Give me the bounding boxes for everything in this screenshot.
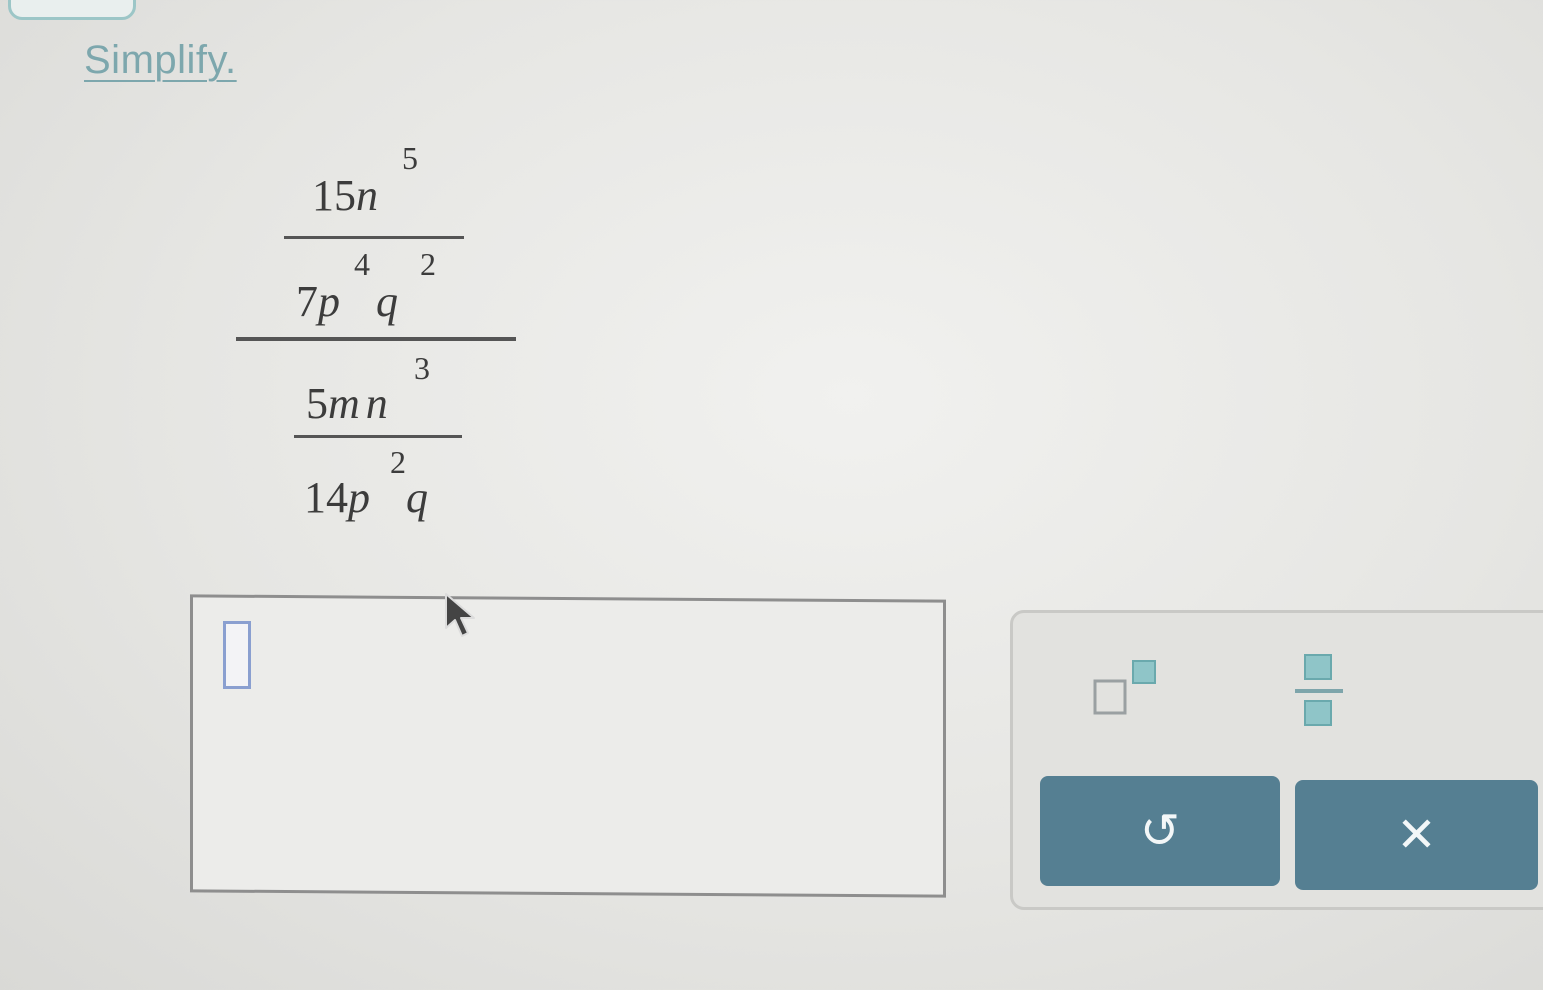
exp-2: 2 <box>420 246 436 282</box>
var-n: n <box>356 171 378 220</box>
exp-4: 4 <box>354 246 370 282</box>
fraction-icon <box>1295 654 1343 726</box>
superscript-icon <box>1093 660 1156 715</box>
instruction: Simplify. <box>84 38 237 83</box>
input-cursor-placeholder[interactable] <box>223 621 251 689</box>
clear-button[interactable]: ✕ <box>1295 780 1538 890</box>
coef-7: 7 <box>296 277 318 326</box>
superscript-button[interactable] <box>1087 651 1177 721</box>
bottom-numerator: 5m n <box>306 378 388 429</box>
exp-3: 3 <box>414 350 430 386</box>
var-p: p <box>318 277 340 326</box>
coef-15: 15 <box>312 171 356 220</box>
coef-5: 5 <box>306 379 328 428</box>
top-numerator: 15n <box>312 170 378 221</box>
inner-fraction-bar-top <box>284 236 464 239</box>
exp-2: 2 <box>390 444 406 480</box>
top-tab[interactable] <box>8 0 136 20</box>
var-n: n <box>365 379 388 428</box>
instruction-text: Simplify. <box>84 38 237 82</box>
var-p: p <box>348 473 370 522</box>
var-q: q <box>406 473 428 522</box>
bottom-denominator: 14p q <box>304 472 428 523</box>
top-denominator: 7p q <box>296 276 398 327</box>
inner-fraction-bar-bottom <box>294 435 462 438</box>
var-q: q <box>376 277 398 326</box>
fraction-button[interactable] <box>1289 647 1359 733</box>
undo-button[interactable]: ↺ <box>1040 776 1280 886</box>
exp-5: 5 <box>402 140 418 176</box>
main-fraction-bar <box>236 337 516 341</box>
undo-icon: ↺ <box>1139 805 1181 858</box>
answer-input[interactable] <box>190 594 946 898</box>
var-m: m <box>328 379 360 428</box>
close-icon: ✕ <box>1396 809 1437 862</box>
coef-14: 14 <box>304 473 348 522</box>
mouse-pointer-icon <box>445 593 475 637</box>
